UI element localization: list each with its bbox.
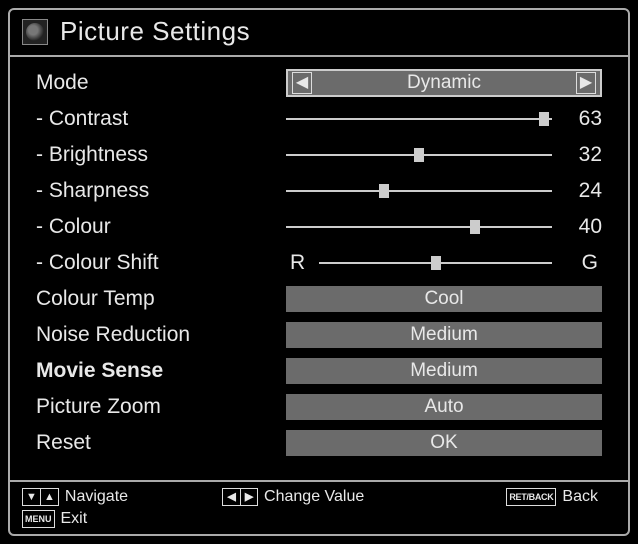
label-sharpness: - Sharpness: [36, 179, 286, 203]
contrast-value: 63: [562, 107, 602, 131]
hint-navigate-label: Navigate: [65, 488, 128, 506]
brightness-value: 32: [562, 143, 602, 167]
label-mode: Mode: [36, 71, 286, 95]
label-colour-shift: - Colour Shift: [36, 251, 286, 275]
colour-shift-slider[interactable]: [319, 262, 552, 264]
up-key-icon: ▲: [40, 488, 59, 506]
label-brightness: - Brightness: [36, 143, 286, 167]
row-brightness: - Brightness 32: [36, 139, 602, 171]
row-picture-zoom: Picture Zoom Auto: [36, 391, 602, 423]
slider-thumb[interactable]: [470, 220, 480, 234]
hint-change-value: ◀ ▶ Change Value: [222, 488, 364, 506]
row-mode: Mode ◀ Dynamic ▶: [36, 67, 602, 99]
movie-sense-button[interactable]: Medium: [286, 358, 602, 384]
row-sharpness: - Sharpness 24: [36, 175, 602, 207]
left-key-icon: ◀: [222, 488, 240, 506]
contrast-slider[interactable]: [286, 118, 552, 120]
picture-icon: [22, 19, 48, 45]
row-colour-shift: - Colour Shift R G: [36, 247, 602, 279]
slider-thumb[interactable]: [431, 256, 441, 270]
row-noise-reduction: Noise Reduction Medium: [36, 319, 602, 351]
panel-header: Picture Settings: [10, 10, 628, 57]
label-movie-sense: Movie Sense: [36, 359, 286, 383]
hint-navigate: ▼ ▲ Navigate: [22, 488, 128, 506]
row-reset: Reset OK: [36, 427, 602, 459]
mode-selector[interactable]: ◀ Dynamic ▶: [286, 69, 602, 97]
reset-button[interactable]: OK: [286, 430, 602, 456]
settings-panel: Picture Settings Mode ◀ Dynamic ▶ - Cont…: [8, 8, 630, 536]
return-key-icon: RET/BACK: [506, 488, 556, 506]
hint-change-label: Change Value: [264, 488, 364, 506]
arrow-right-icon[interactable]: ▶: [576, 72, 596, 94]
noise-reduction-button[interactable]: Medium: [286, 322, 602, 348]
colour-shift-right: G: [562, 251, 602, 275]
colour-value: 40: [562, 215, 602, 239]
slider-thumb[interactable]: [414, 148, 424, 162]
label-colour-temp: Colour Temp: [36, 287, 286, 311]
label-contrast: - Contrast: [36, 107, 286, 131]
slider-thumb[interactable]: [539, 112, 549, 126]
label-colour: - Colour: [36, 215, 286, 239]
panel-title: Picture Settings: [60, 16, 250, 47]
sharpness-slider[interactable]: [286, 190, 552, 192]
row-colour-temp: Colour Temp Cool: [36, 283, 602, 315]
settings-list: Mode ◀ Dynamic ▶ - Contrast 63 - Brightn…: [10, 57, 628, 480]
label-reset: Reset: [36, 431, 286, 455]
hint-back-label: Back: [562, 488, 598, 506]
down-key-icon: ▼: [22, 488, 40, 506]
colour-temp-button[interactable]: Cool: [286, 286, 602, 312]
row-colour: - Colour 40: [36, 211, 602, 243]
arrow-left-icon[interactable]: ◀: [292, 72, 312, 94]
brightness-slider[interactable]: [286, 154, 552, 156]
hint-back: RET/BACK Back: [506, 488, 598, 506]
right-key-icon: ▶: [240, 488, 258, 506]
hint-exit-label: Exit: [61, 510, 88, 528]
row-contrast: - Contrast 63: [36, 103, 602, 135]
colour-slider[interactable]: [286, 226, 552, 228]
menu-key-icon: MENU: [22, 510, 55, 528]
label-noise-reduction: Noise Reduction: [36, 323, 286, 347]
hint-exit: MENU Exit: [22, 510, 87, 528]
picture-zoom-button[interactable]: Auto: [286, 394, 602, 420]
slider-thumb[interactable]: [379, 184, 389, 198]
mode-value: Dynamic: [312, 72, 576, 94]
label-picture-zoom: Picture Zoom: [36, 395, 286, 419]
colour-shift-left: R: [286, 251, 309, 275]
sharpness-value: 24: [562, 179, 602, 203]
row-movie-sense: Movie Sense Medium: [36, 355, 602, 387]
panel-footer: ▼ ▲ Navigate ◀ ▶ Change Value RET/BACK B…: [10, 480, 628, 534]
